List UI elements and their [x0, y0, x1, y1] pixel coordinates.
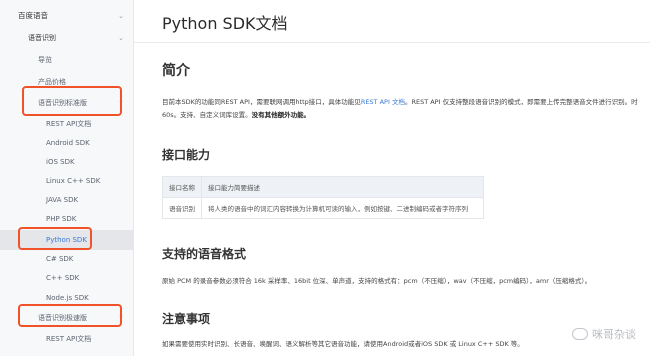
sidebar-nav: 百度语音 ⌄ 语音识别 ⌄ 导览 产品价格 语音识别标准版 ⌃ REST API…	[0, 0, 134, 356]
sidebar-item-label: 百度语音	[18, 11, 48, 20]
sidebar-item-speech-recognition[interactable]: 语音识别 ⌄	[0, 28, 133, 48]
watermark: 咪哥杂谈	[572, 326, 636, 342]
section-heading-capability: 接口能力	[162, 148, 211, 162]
sidebar-item-csharp-sdk[interactable]: C# SDK	[0, 249, 133, 269]
intro-text: 目前本SDK的功能同REST API，需要联网调用http接口，具体功能见	[162, 98, 361, 106]
divider	[134, 42, 650, 43]
table-header: 接口能力简要描述	[201, 176, 484, 198]
rest-api-doc-link[interactable]: REST API 文档	[361, 98, 405, 106]
sidebar-item-overview[interactable]: 导览	[0, 50, 133, 70]
intro-text: 。REST API 仅支持整段语音识别的模式，即需要上传完整语音文件进行识别。时	[404, 98, 638, 106]
sidebar-item-label: REST API文档	[46, 120, 92, 128]
sidebar-item-cpp-sdk[interactable]: C++ SDK	[0, 268, 133, 288]
sidebar-item-php-sdk[interactable]: PHP SDK	[0, 209, 133, 229]
section-heading-intro: 简介	[162, 63, 190, 79]
table-header: 接口名称	[162, 176, 202, 198]
highlight-box-express	[18, 304, 122, 327]
intro-text: 60s。支持、自定义词库设置。	[162, 111, 252, 119]
main-content: Python SDK文档 简介 目前本SDK的功能同REST API，需要联网调…	[134, 0, 650, 356]
highlight-box-python	[18, 227, 92, 250]
notes-text: 如果需要使用实时识别、长语音、唤醒词、语义解析等其它语音功能，请使用Androi…	[162, 340, 524, 348]
sidebar-item-label: iOS SDK	[46, 158, 75, 166]
sidebar-item-label: PHP SDK	[46, 215, 77, 223]
watermark-text: 咪哥杂谈	[592, 328, 636, 341]
sidebar-item-label: C# SDK	[46, 255, 74, 263]
section-heading-formats: 支持的语音格式	[162, 247, 247, 261]
sidebar-item-label: REST API文档	[46, 335, 92, 343]
sidebar-item-label: 导览	[38, 56, 52, 64]
table-header-row: 接口名称 接口能力简要描述	[162, 176, 484, 198]
wechat-icon	[572, 328, 588, 340]
sidebar-item-label: JAVA SDK	[46, 196, 79, 204]
sidebar-item-ios-sdk[interactable]: iOS SDK	[0, 152, 133, 172]
sidebar-item-label: C++ SDK	[46, 274, 80, 282]
section-heading-notes: 注意事项	[162, 312, 211, 326]
intro-line-1: 目前本SDK的功能同REST API，需要联网调用http接口，具体功能见RES…	[162, 96, 638, 109]
sidebar-item-baidu-speech[interactable]: 百度语音 ⌄	[0, 6, 133, 26]
sidebar-item-rest-api-express[interactable]: REST API文档	[0, 329, 133, 349]
sidebar-item-label: Android SDK	[46, 139, 90, 147]
table-cell: 语音识别	[162, 197, 202, 219]
formats-text: 原始 PCM 的录音参数必须符合 16k 采样率、16bit 位深、单声道，支持…	[162, 277, 592, 285]
chevron-down-icon: ⌄	[118, 12, 124, 20]
sidebar-item-linux-sdk[interactable]: Linux C++ SDK	[0, 171, 133, 191]
highlight-box-standard	[22, 86, 122, 116]
intro-bold-text: 没有其他额外功能。	[251, 111, 311, 119]
sidebar-item-rest-api[interactable]: REST API文档	[0, 114, 133, 134]
sidebar-item-java-sdk[interactable]: JAVA SDK	[0, 190, 133, 210]
page-title: Python SDK文档	[162, 14, 288, 33]
table-row: 语音识别 将人类的语音中的词汇内容转换为计算机可读的输入，例如按键、二进制编码或…	[162, 197, 484, 219]
sidebar-item-label: Linux C++ SDK	[46, 177, 101, 185]
table-cell: 将人类的语音中的词汇内容转换为计算机可读的输入，例如按键、二进制编码或者字符序列	[201, 197, 484, 219]
intro-line-2: 60s。支持、自定义词库设置。没有其他额外功能。	[162, 109, 310, 122]
sidebar-item-android-sdk[interactable]: Android SDK	[0, 133, 133, 153]
capability-table: 接口名称 接口能力简要描述 语音识别 将人类的语音中的词汇内容转换为计算机可读的…	[162, 176, 484, 219]
sidebar-item-label: 语音识别	[28, 34, 56, 42]
chevron-down-icon: ⌄	[118, 34, 124, 42]
